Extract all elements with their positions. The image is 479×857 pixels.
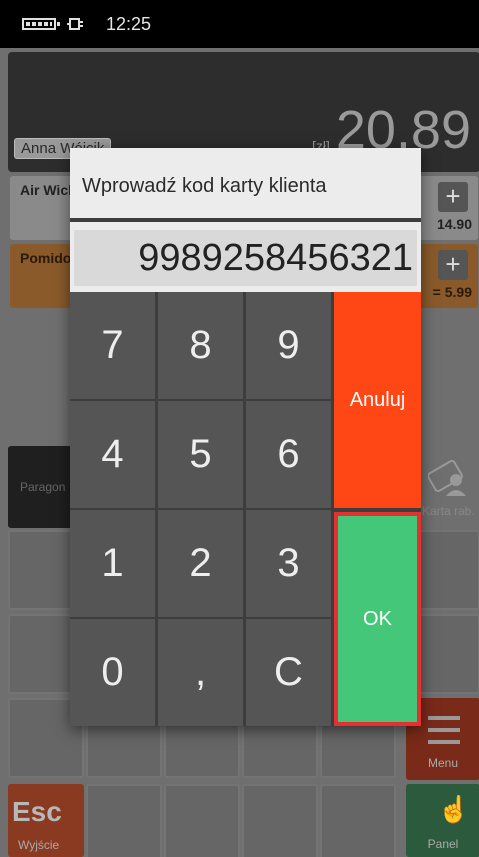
key-clear[interactable]: C [246, 619, 331, 726]
key-comma[interactable]: , [158, 619, 243, 726]
cancel-button[interactable]: Anuluj [334, 292, 421, 508]
key-3[interactable]: 3 [246, 510, 331, 617]
add-quantity-button[interactable]: + [438, 250, 468, 280]
exit-button[interactable]: Esc Wyjście [8, 784, 84, 857]
screen: 12:25 20,89 [zł] Anna Wójcik Air Wick + … [0, 0, 479, 857]
key-1[interactable]: 1 [70, 510, 155, 617]
panel-button[interactable]: ☝ Panel [406, 784, 479, 857]
key-8[interactable]: 8 [158, 292, 243, 399]
item-price: = 5.99 [432, 284, 472, 300]
item-price: 14.90 [436, 216, 472, 232]
key-7[interactable]: 7 [70, 292, 155, 399]
clock: 12:25 [106, 14, 152, 34]
grid-cell[interactable] [242, 784, 318, 857]
key-6[interactable]: 6 [246, 401, 331, 508]
grid-cell[interactable] [86, 784, 162, 857]
key-0[interactable]: 0 [70, 619, 155, 726]
key-2[interactable]: 2 [158, 510, 243, 617]
charging-icon [67, 18, 83, 30]
discount-card-button[interactable]: Karta rab. [420, 446, 479, 528]
grid-cell[interactable] [164, 784, 240, 857]
card-code-dialog: Wprowadź kod karty klienta 7 8 9 4 5 6 1… [70, 148, 421, 726]
divider [70, 218, 421, 222]
card-icon [428, 460, 466, 496]
key-9[interactable]: 9 [246, 292, 331, 399]
card-code-input[interactable] [74, 230, 417, 286]
item-name: Air Wick [20, 182, 76, 198]
ok-button[interactable]: OK [334, 512, 421, 726]
dialog-title: Wprowadź kod karty klienta [82, 175, 327, 197]
battery-icon [22, 18, 60, 30]
numeric-keypad: 7 8 9 4 5 6 1 2 3 0 , C Anuluj OK [70, 292, 421, 726]
ok-button-label: OK [338, 516, 417, 722]
status-bar: 12:25 [0, 0, 479, 48]
hamburger-icon [428, 716, 460, 744]
add-quantity-button[interactable]: + [438, 182, 468, 212]
grid-cell[interactable] [320, 784, 396, 857]
key-4[interactable]: 4 [70, 401, 155, 508]
key-5[interactable]: 5 [158, 401, 243, 508]
